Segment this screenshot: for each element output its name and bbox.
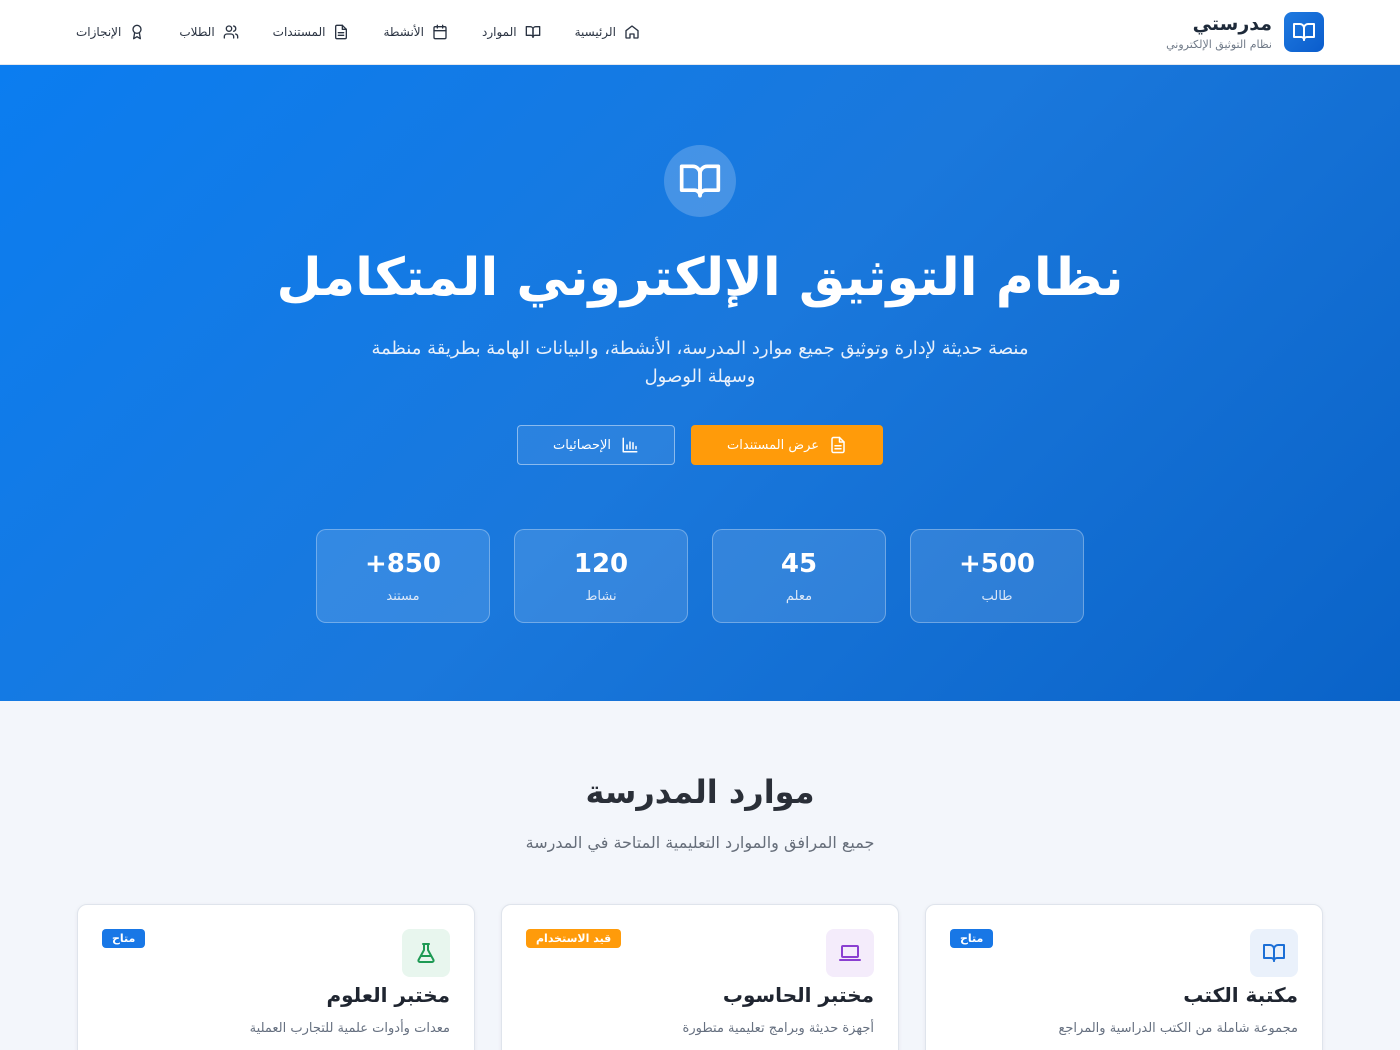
resources-section: موارد المدرسة جميع المرافق والموارد التع… bbox=[0, 701, 1400, 1050]
hero-description: منصة حديثة لإدارة وتوثيق جميع موارد المد… bbox=[371, 338, 1029, 387]
stat-card-activities: 120 نشاط bbox=[514, 529, 688, 623]
stat-value: 120 bbox=[573, 548, 629, 579]
book-open-icon bbox=[1250, 929, 1298, 977]
card-description: معدات وأدوات علمية للتجارب العملية bbox=[249, 1021, 450, 1036]
nav-label: الأنشطة bbox=[383, 25, 424, 39]
nav-item-activities[interactable]: الأنشطة bbox=[383, 24, 448, 40]
stat-value: +500 bbox=[958, 548, 1036, 579]
statistics-label: الإحصائيات bbox=[552, 437, 612, 453]
home-icon bbox=[625, 25, 639, 39]
resources-subtitle: جميع المرافق والموارد التعليمية المتاحة … bbox=[525, 833, 875, 852]
hero-section: نظام التوثيق الإلكتروني المتكامل منصة حد… bbox=[0, 65, 1400, 701]
nav-label: الطلاب bbox=[179, 25, 215, 39]
stat-card-documents: +850 مستند bbox=[316, 529, 490, 623]
card-title: مختبر العلوم bbox=[326, 983, 450, 1007]
main-nav: الرئيسية الموارد الأنشطة المستندات الطلا… bbox=[76, 24, 640, 40]
award-icon bbox=[132, 24, 143, 40]
flask-icon bbox=[402, 929, 450, 977]
hero-book-icon bbox=[664, 145, 736, 217]
book-open-icon bbox=[525, 26, 540, 38]
brand-logo-book-icon bbox=[1284, 12, 1324, 52]
card-title: مكتبة الكتب bbox=[1183, 983, 1298, 1007]
card-description: أجهزة حديثة وبرامج تعليمية متطورة bbox=[682, 1021, 874, 1036]
nav-item-students[interactable]: الطلاب bbox=[179, 24, 238, 40]
brand-title: مدرستي bbox=[1192, 13, 1272, 35]
resource-cards: متاح مكتبة الكتب مجموعة شاملة من الكتب ا… bbox=[77, 904, 1323, 1050]
card-description: مجموعة شاملة من الكتب الدراسية والمراجع bbox=[1058, 1021, 1298, 1036]
brand-subtitle: نظام التوثيق الإلكتروني bbox=[1166, 38, 1272, 51]
resources-title: موارد المدرسة bbox=[585, 773, 815, 811]
stat-label: معلم bbox=[785, 588, 813, 604]
view-documents-button[interactable]: عرض المستندات bbox=[691, 425, 883, 465]
nav-label: الرئيسية bbox=[574, 25, 616, 39]
hero-title: نظام التوثيق الإلكتروني المتكامل bbox=[276, 248, 1124, 308]
resource-card-computer-lab[interactable]: قيد الاستخدام مختبر الحاسوب أجهزة حديثة … bbox=[501, 904, 899, 1050]
bar-chart-icon bbox=[622, 437, 638, 453]
brand[interactable]: مدرستي نظام التوثيق الإلكتروني bbox=[1166, 12, 1324, 52]
resource-card-library[interactable]: متاح مكتبة الكتب مجموعة شاملة من الكتب ا… bbox=[925, 904, 1323, 1050]
stat-label: مستند bbox=[386, 588, 420, 604]
status-badge: متاح bbox=[102, 929, 146, 948]
nav-label: الإنجازات bbox=[76, 25, 122, 39]
users-icon bbox=[223, 25, 238, 39]
nav-item-documents[interactable]: المستندات bbox=[273, 24, 350, 40]
laptop-icon bbox=[826, 929, 874, 977]
calendar-icon bbox=[433, 24, 447, 40]
stat-card-teachers: 45 معلم bbox=[712, 529, 886, 623]
top-header: مدرستي نظام التوثيق الإلكتروني الرئيسية … bbox=[0, 0, 1400, 65]
statistics-button[interactable]: الإحصائيات bbox=[517, 425, 675, 465]
stat-card-students: +500 طالب bbox=[910, 529, 1084, 623]
document-icon bbox=[831, 436, 845, 454]
nav-item-home[interactable]: الرئيسية bbox=[575, 24, 640, 40]
stats-row: +500 طالب 45 معلم 120 نشاط +850 مستند bbox=[316, 529, 1084, 623]
card-title: مختبر الحاسوب bbox=[722, 983, 874, 1007]
nav-label: الموارد bbox=[481, 25, 517, 39]
status-badge: قيد الاستخدام bbox=[526, 929, 622, 948]
stat-value: +850 bbox=[364, 548, 442, 579]
status-badge: متاح bbox=[950, 929, 994, 948]
resource-card-science-lab[interactable]: متاح مختبر العلوم معدات وأدوات علمية للت… bbox=[77, 904, 475, 1050]
nav-item-achievements[interactable]: الإنجازات bbox=[76, 24, 145, 40]
nav-label: المستندات bbox=[272, 25, 326, 39]
stat-label: طالب bbox=[981, 588, 1013, 604]
nav-item-resources[interactable]: الموارد bbox=[482, 24, 541, 40]
stat-label: نشاط bbox=[585, 588, 617, 604]
view-documents-label: عرض المستندات bbox=[727, 437, 819, 453]
stat-value: 45 bbox=[780, 548, 818, 579]
hero-buttons: عرض المستندات الإحصائيات bbox=[517, 425, 883, 465]
document-icon bbox=[335, 24, 348, 40]
